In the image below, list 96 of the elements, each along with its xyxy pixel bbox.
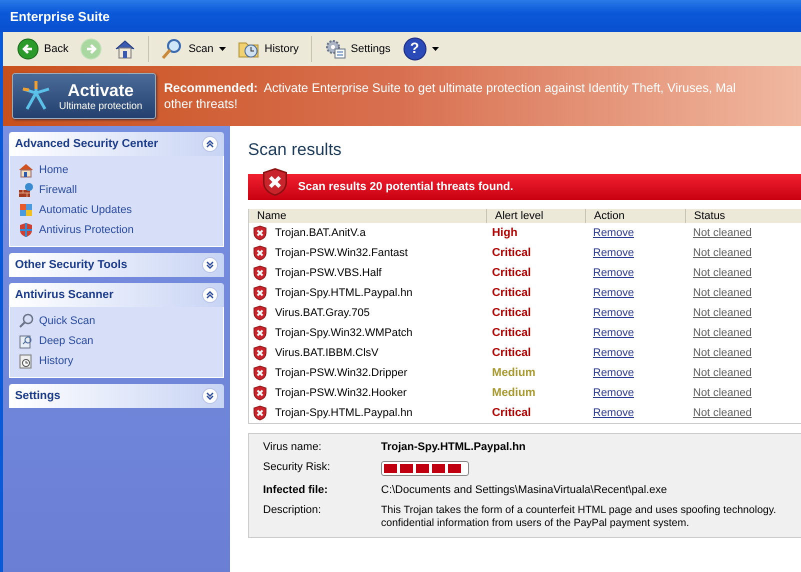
panel-header[interactable]: Antivirus Scanner [9,283,224,307]
shield-icon [18,222,34,238]
remove-link[interactable]: Remove [586,387,634,399]
column-header[interactable]: Action [586,209,686,223]
status-link[interactable]: Not cleaned [686,367,752,379]
alert-level: Critical [491,347,532,359]
sidebar-item[interactable]: Quick Scan [18,313,215,329]
field-label: Infected file: [263,484,329,496]
threat-icon [252,365,268,381]
error-shield-icon [260,167,290,197]
remove-link[interactable]: Remove [586,307,634,319]
threat-name: Trojan-Spy.Win32.WMPatch [275,327,413,339]
search-icon [18,313,34,329]
page-heading: Scan results [248,140,343,160]
status-link[interactable]: Not cleaned [686,247,752,259]
description-text: confidential information from users of the PayPal payment system. [381,517,690,530]
alert-level: Medium [491,387,536,399]
alert-level: Critical [491,247,532,259]
column-header[interactable]: Alert level [487,209,586,223]
remove-link[interactable]: Remove [586,347,634,359]
file-path: C:\Documents and Settings\MasinaVirtuala\Recent\pal.exe [381,484,668,496]
threat-name: Trojan-PSW.Win32.Dripper [275,367,408,379]
alert-level: Medium [491,367,536,379]
threat-icon [252,345,268,361]
remove-link[interactable]: Remove [586,367,634,379]
window-title: Enterprise Suite [10,8,110,24]
remove-link[interactable]: Remove [586,227,634,239]
remove-link[interactable]: Remove [586,247,634,259]
remove-link[interactable]: Remove [586,287,634,299]
threat-icon [252,245,268,261]
threat-name: Trojan-Spy.HTML.Paypal.hn [275,287,413,299]
threat-name: Virus.BAT.Gray.705 [275,307,370,319]
threat-icon [252,405,268,421]
column-header[interactable]: Status [686,209,801,223]
scan-button[interactable]: Scan [157,36,230,62]
threat-icon [252,305,268,321]
help-icon [402,37,427,61]
status-link[interactable]: Not cleaned [686,227,752,239]
house-icon [18,162,34,178]
alert-level: Critical [491,407,532,419]
status-link[interactable]: Not cleaned [686,407,752,419]
clock-document-icon [18,353,34,369]
alert-level: Critical [491,267,532,279]
document-search-icon [18,333,34,349]
field-label: Security Risk: [263,461,332,475]
settings-icon [324,38,346,60]
status-link[interactable]: Not cleaned [686,267,752,279]
sidebar-item[interactable]: Home [18,162,215,178]
threat-name: Trojan.BAT.AnitV.a [275,227,366,239]
field-label: Virus name: [263,441,322,453]
threat-icon [252,225,268,241]
search-icon [161,38,184,60]
firewall-icon [18,182,34,198]
column-header[interactable]: Name [249,209,487,223]
threat-name: Trojan-Spy.HTML.Paypal.hn [275,407,413,419]
status-link[interactable]: Not cleaned [686,307,752,319]
threat-name: Trojan-PSW.VBS.Half [275,267,382,279]
field-label: Description: [263,504,322,518]
threat-icon [252,325,268,341]
remove-link[interactable]: Remove [586,327,634,339]
caret-icon [218,47,226,51]
panel-header[interactable]: Advanced Security Center [9,132,224,156]
settings-button[interactable]: Settings [320,36,395,62]
threat-name: Trojan-PSW.Win32.Fantast [275,247,408,259]
updates-icon [18,202,34,218]
back-button[interactable]: Back [13,36,72,62]
sidebar-item[interactable]: History [18,353,215,369]
status-link[interactable]: Not cleaned [686,347,752,359]
virus-name: Trojan-Spy.HTML.Paypal.hn [381,441,527,453]
panel-header[interactable]: Other Security Tools [9,253,224,277]
threat-icon [252,285,268,301]
sidebar-item[interactable]: Deep Scan [18,333,215,349]
status-link[interactable]: Not cleaned [686,387,752,399]
help-button[interactable]: ? [398,35,443,63]
alert-level: Critical [491,307,532,319]
alert-level: High [491,227,519,239]
remove-link[interactable]: Remove [586,267,634,279]
history-button[interactable]: History [234,36,303,62]
status-link[interactable]: Not cleaned [686,327,752,339]
caret-icon [432,47,439,51]
threat-icon [252,385,268,401]
description-text: This Trojan takes the form of a counterfeit HTML page and uses spoofing technology. [381,504,778,517]
alert-level: Critical [491,327,532,339]
remove-link[interactable]: Remove [586,407,634,419]
home-icon [114,38,136,60]
status-link[interactable]: Not cleaned [686,287,752,299]
activate-button[interactable]: Activate Ultimate protection [12,73,156,119]
sidebar-item[interactable]: Firewall [18,182,215,198]
threat-name: Virus.BAT.IBBM.ClsV [275,347,379,359]
sidebar-item[interactable]: Antivirus Protection [18,222,215,238]
recommendation-text: Recommended: Activate Enterprise Suite to get ultimate protection against Identity Theft, Viruses, Mal other threats! [164,80,736,112]
alert-level: Critical [491,287,532,299]
sidebar-item[interactable]: Automatic Updates [18,202,215,218]
panel-header[interactable]: Settings [9,384,224,408]
threat-name: Trojan-PSW.Win32.Hooker [275,387,407,399]
threat-icon [252,265,268,281]
